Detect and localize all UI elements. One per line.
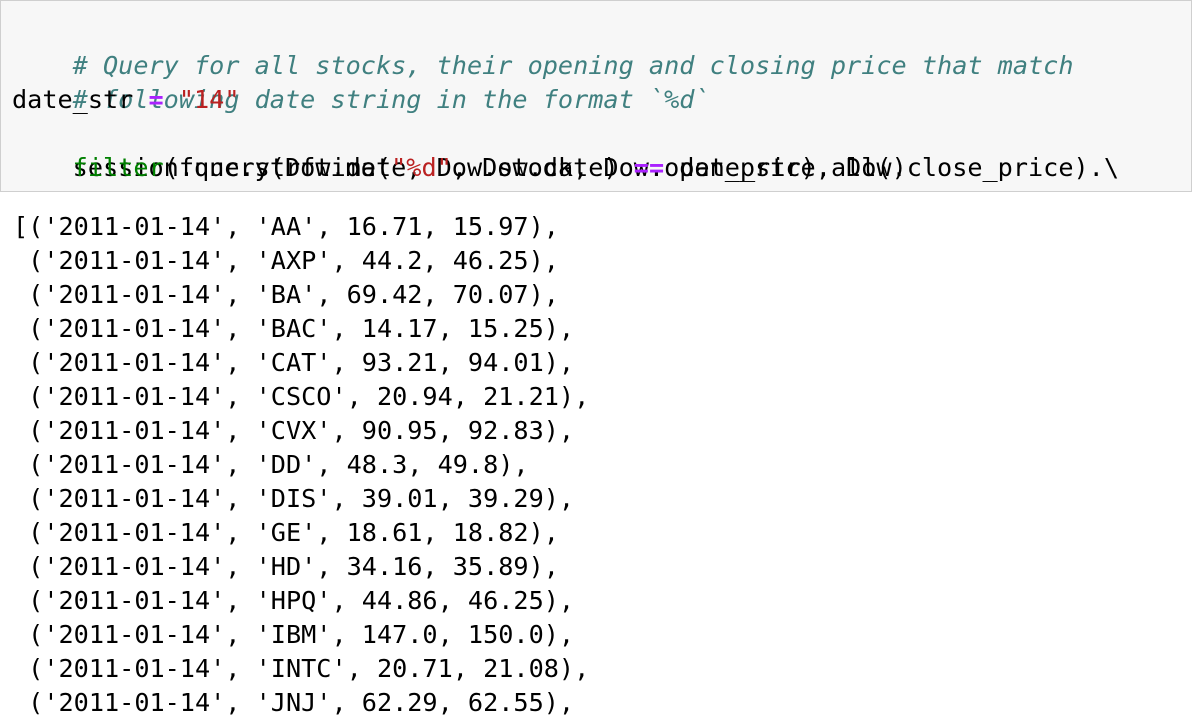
code-string: "%d": [391, 153, 452, 182]
output-row: ('2011-01-14', 'DIS', 39.01, 39.29),: [13, 484, 575, 513]
output-row: ('2011-01-14', 'IBM', 147.0, 150.0),: [13, 620, 575, 649]
code-operator: =: [148, 85, 164, 114]
code-builtin: filter: [72, 153, 164, 182]
code-line-assignment: date_str = "14": [12, 83, 240, 117]
output-row: ('2011-01-14', 'INTC', 20.71, 21.08),: [13, 654, 590, 683]
output-row: ('2011-01-14', 'BA', 69.42, 70.07),: [13, 280, 559, 309]
code-cell-input[interactable]: # Query for all stocks, their opening an…: [0, 0, 1192, 192]
code-text: , Dow.date): [451, 153, 634, 182]
output-row: ('2011-01-14', 'CVX', 90.95, 92.83),: [13, 416, 575, 445]
code-text: date_str).all(): [664, 153, 907, 182]
code-line-comment-1: # Query for all stocks, their opening an…: [12, 15, 1074, 80]
cell-output: [('2011-01-14', 'AA', 16.71, 15.97), ('2…: [13, 210, 589, 720]
output-row: ('2011-01-14', 'HD', 34.16, 35.89),: [13, 552, 559, 581]
code-line-comment-2: # following date string in the format `%…: [12, 49, 710, 114]
output-row: ('2011-01-14', 'CSCO', 20.94, 21.21),: [13, 382, 590, 411]
output-row: ('2011-01-14', 'JNJ', 62.29, 62.55),: [13, 688, 575, 717]
code-text: (func.strftime(: [163, 153, 392, 182]
code-variable: date_str: [12, 85, 134, 114]
code-operator: ==: [633, 153, 665, 182]
output-row: ('2011-01-14', 'DD', 48.3, 49.8),: [13, 450, 529, 479]
code-string: "14": [178, 85, 240, 114]
output-row: ('2011-01-14', 'CAT', 93.21, 94.01),: [13, 348, 575, 377]
code-line-query: session.query(Dow.date, Dow.stock, Dow.o…: [12, 117, 1119, 182]
output-row: ('2011-01-14', 'HPQ', 44.86, 46.25),: [13, 586, 575, 615]
output-row: ('2011-01-14', 'BAC', 14.17, 15.25),: [13, 314, 575, 343]
output-row: [('2011-01-14', 'AA', 16.71, 15.97),: [13, 212, 559, 241]
code-line-filter: filter(func.strftime("%d", Dow.date) == …: [12, 151, 907, 185]
output-row: ('2011-01-14', 'GE', 18.61, 18.82),: [13, 518, 559, 547]
output-row: ('2011-01-14', 'AXP', 44.2, 46.25),: [13, 246, 559, 275]
